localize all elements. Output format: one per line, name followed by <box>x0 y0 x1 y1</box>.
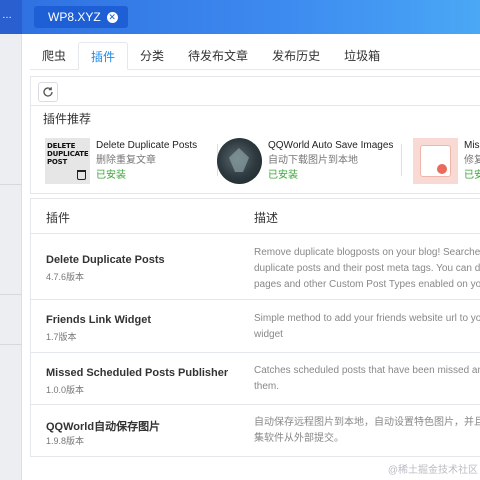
qqworld-thumb <box>217 138 262 184</box>
plugin-description: Simple method to add your friends websit… <box>254 311 480 343</box>
tab-publish-history[interactable]: 发布历史 <box>260 42 332 70</box>
thumb-text: DELETE DUPLICATE POST <box>47 142 89 166</box>
recommend-card[interactable]: Miss 修复 已安 <box>413 138 480 184</box>
nav-tabs: 爬虫 插件 分类 待发布文章 发布历史 垃圾箱 <box>30 42 480 70</box>
column-header-description: 描述 <box>254 211 279 225</box>
tab-pending-posts[interactable]: 待发布文章 <box>176 42 260 70</box>
recommend-card-desc: 自动下载图片到本地 <box>268 155 358 166</box>
card-divider <box>401 144 402 176</box>
tab-trash[interactable]: 垃圾箱 <box>332 42 392 70</box>
plugin-name: Delete Duplicate Posts <box>46 254 165 266</box>
column-header-plugin: 插件 <box>46 211 71 225</box>
installed-status: 已安 <box>464 170 480 181</box>
plugin-recommend-section: 插件推荐 DELETE DUPLICATE POST Delete Duplic… <box>30 106 480 194</box>
description-line: Simple method to add your friends websit… <box>254 313 480 324</box>
description-line: Catches scheduled posts that have been m… <box>254 365 480 376</box>
left-sidebar <box>0 34 22 480</box>
recommend-card-name: Delete Duplicate Posts <box>96 140 198 151</box>
trash-icon <box>77 170 86 180</box>
plugin-name: Missed Scheduled Posts Publisher <box>46 367 229 379</box>
table-row[interactable]: Friends Link Widget 1.7版本 Simple method … <box>30 300 480 353</box>
plugin-description: 自动保存远程图片到本地，自动设置特色图片，并且 集软件从外部提交。 <box>254 415 480 447</box>
toolbar <box>30 76 480 106</box>
browser-top-bar: … WP8.XYZ ✕ <box>0 0 480 34</box>
main-panel: 爬虫 插件 分类 待发布文章 发布历史 垃圾箱 插件推荐 DELETE DUPL… <box>22 34 480 480</box>
plugin-name: Friends Link Widget <box>46 314 152 326</box>
description-line: 自动保存远程图片到本地，自动设置特色图片，并且 <box>254 417 480 428</box>
plugin-version: 1.7版本 <box>46 332 77 342</box>
sidebar-divider <box>0 294 22 295</box>
description-line: Remove duplicate blogposts on your blog!… <box>254 247 480 258</box>
recommend-card-name: QQWorld Auto Save Images <box>268 140 394 151</box>
plugin-description: Remove duplicate blogposts on your blog!… <box>254 245 480 293</box>
tab-categories[interactable]: 分类 <box>128 42 176 70</box>
recommend-card[interactable]: QQWorld Auto Save Images 自动下载图片到本地 已安装 <box>217 138 393 184</box>
installed-status: 已安装 <box>268 170 298 181</box>
description-line: them. <box>254 381 280 392</box>
browser-tab-title: WP8.XYZ <box>48 10 101 24</box>
plugin-version: 1.9.8版本 <box>46 436 85 446</box>
plugin-name: QQWorld自动保存图片 <box>46 421 161 433</box>
plugin-description: Catches scheduled posts that have been m… <box>254 363 480 395</box>
table-header: 插件 描述 <box>30 198 480 234</box>
watermark: @稀土掘金技术社区 <box>387 465 478 476</box>
tab-crawler[interactable]: 爬虫 <box>30 42 78 70</box>
plugin-version: 4.7.6版本 <box>46 272 85 282</box>
table-row[interactable]: Missed Scheduled Posts Publisher 1.0.0版本… <box>30 353 480 405</box>
description-line: 集软件从外部提交。 <box>254 433 344 444</box>
dots-icon: … <box>2 10 12 21</box>
table-row[interactable]: Delete Duplicate Posts 4.7.6版本 Remove du… <box>30 234 480 300</box>
calendar-thumb <box>413 138 458 184</box>
plugin-version: 1.0.0版本 <box>46 385 85 395</box>
browser-tab[interactable]: WP8.XYZ ✕ <box>34 6 128 28</box>
delete-duplicate-posts-thumb: DELETE DUPLICATE POST <box>45 138 90 184</box>
close-icon[interactable]: ✕ <box>106 11 118 23</box>
recommend-title: 插件推荐 <box>43 112 92 126</box>
recommend-card-name: Miss <box>464 140 480 151</box>
sidebar-divider <box>0 184 22 185</box>
sidebar-divider <box>0 344 22 345</box>
top-left-panel: … <box>0 0 22 34</box>
installed-status: 已安装 <box>96 170 126 181</box>
description-line: widget <box>254 329 283 340</box>
recommend-card-desc: 删除重复文章 <box>96 155 156 166</box>
recommend-card[interactable]: DELETE DUPLICATE POST Delete Duplicate P… <box>45 138 197 184</box>
table-row[interactable]: QQWorld自动保存图片 1.9.8版本 自动保存远程图片到本地，自动设置特色… <box>30 405 480 457</box>
description-line: pages and other Custom Post Types enable… <box>254 279 480 290</box>
recommend-card-desc: 修复 <box>464 155 480 166</box>
tab-plugins[interactable]: 插件 <box>78 42 129 70</box>
refresh-button[interactable] <box>38 82 58 102</box>
refresh-icon <box>43 87 53 97</box>
description-line: duplicate posts and their post meta tags… <box>254 263 480 274</box>
